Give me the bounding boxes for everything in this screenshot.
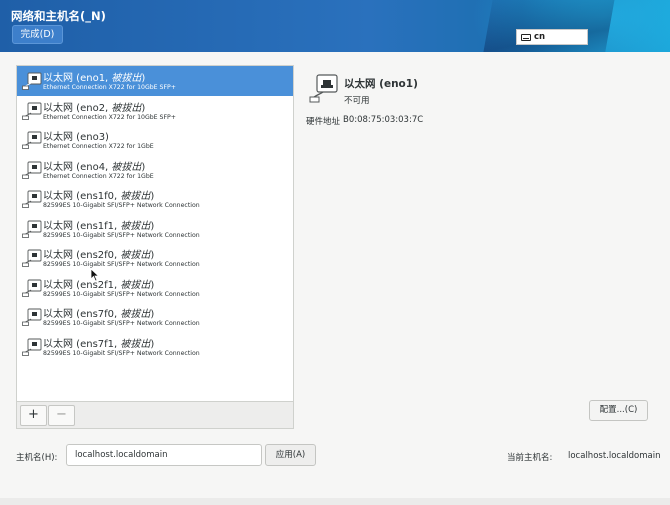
device-list-item[interactable]: 以太网 (ens7f0, 被拔出) 82599ES 10-Gigabit SFI/…	[17, 302, 293, 332]
keyboard-icon	[521, 34, 531, 41]
device-list: 以太网 (eno1, 被拔出) Ethernet Connection X722 …	[16, 65, 294, 402]
device-description: 82599ES 10-Gigabit SFI/SFP+ Network Conn…	[43, 231, 200, 239]
device-name: 以太网 (eno1, 被拔出)	[43, 69, 145, 84]
device-state: 被拔出	[120, 250, 151, 261]
device-state: 被拔出	[120, 279, 151, 291]
device-name: 以太网 (ens7f1, 被拔出)	[43, 335, 154, 350]
device-name-text: 以太网 (eno4,	[43, 161, 112, 173]
device-list-item[interactable]: 以太网 (ens2f0, 被拔出) 82599ES 10-Gigabit SFI/…	[17, 243, 293, 273]
device-name-text: 以太网 (eno2,	[43, 102, 112, 114]
device-name-suffix: )	[150, 191, 155, 202]
configure-button[interactable]: 配置...(C)	[589, 400, 648, 421]
device-list-item[interactable]: 以太网 (ens2f1, 被拔出) 82599ES 10-Gigabit SFI/…	[17, 273, 293, 303]
device-name-text: 以太网 (ens7f0,	[43, 309, 121, 320]
keyboard-layout-indicator[interactable]: cn	[516, 29, 588, 45]
done-button[interactable]: 完成(D)	[12, 25, 63, 44]
network-wired-icon	[22, 308, 42, 326]
device-description: Ethernet Connection X722 for 1GbE	[43, 143, 154, 150]
device-state: 被拔出	[120, 309, 151, 320]
apply-hostname-button[interactable]: 应用(A)	[265, 444, 316, 466]
device-list-item[interactable]: 以太网 (ens1f1, 被拔出) 82599ES 10-Gigabit SFI/…	[17, 214, 293, 244]
device-name-text: 以太网 (ens2f1,	[43, 279, 121, 291]
device-name: 以太网 (ens1f0, 被拔出)	[43, 187, 154, 202]
network-wired-icon	[22, 131, 42, 149]
device-list-item[interactable]: 以太网 (eno4, 被拔出) Ethernet Connection X722 …	[17, 155, 293, 185]
device-name: 以太网 (eno2, 被拔出)	[43, 99, 145, 114]
device-detail-status: 不可用	[344, 96, 370, 106]
device-name-suffix: )	[141, 161, 146, 173]
device-name: 以太网 (ens7f0, 被拔出)	[43, 305, 154, 320]
network-wired-icon	[22, 338, 42, 356]
device-name: 以太网 (eno3)	[43, 128, 109, 143]
device-description: Ethernet Connection X722 for 10GbE SFP+	[43, 84, 176, 91]
device-name-suffix: )	[141, 73, 146, 84]
add-device-button[interactable]: +	[20, 405, 47, 426]
device-list-item[interactable]: 以太网 (eno3) Ethernet Connection X722 for 1…	[17, 125, 293, 155]
device-name-suffix: )	[150, 220, 155, 232]
device-name-suffix: )	[150, 309, 155, 320]
device-name-text: 以太网 (ens1f0,	[43, 191, 121, 202]
device-description: 82599ES 10-Gigabit SFI/SFP+ Network Conn…	[43, 320, 200, 327]
remove-device-button[interactable]: −	[48, 405, 75, 426]
device-name-text: 以太网 (eno1,	[43, 73, 112, 84]
current-hostname-value: localhost.localdomain	[568, 451, 661, 461]
device-description: 82599ES 10-Gigabit SFI/SFP+ Network Conn…	[43, 349, 200, 357]
device-list-item[interactable]: 以太网 (ens1f0, 被拔出) 82599ES 10-Gigabit SFI/…	[17, 184, 293, 214]
device-state: 被拔出	[120, 338, 151, 350]
device-description: Ethernet Connection X722 for 10GbE SFP+	[43, 113, 176, 121]
network-wired-icon	[22, 249, 42, 267]
page-title: 网络和主机名(_N)	[11, 9, 106, 23]
network-wired-icon	[309, 74, 338, 103]
device-list-toolbar: + −	[16, 402, 294, 429]
device-state: 被拔出	[120, 220, 151, 232]
network-wired-icon	[22, 220, 42, 238]
device-detail-name: 以太网 (eno1)	[344, 78, 418, 90]
device-name-text: 以太网 (ens1f1,	[43, 220, 121, 232]
keyboard-layout-label: cn	[534, 32, 546, 42]
device-state: 被拔出	[111, 161, 142, 173]
device-list-item[interactable]: 以太网 (eno1, 被拔出) Ethernet Connection X722 …	[17, 66, 293, 96]
device-name-text: 以太网 (ens2f0,	[43, 250, 121, 261]
network-wired-icon	[22, 72, 42, 90]
network-wired-icon	[22, 161, 42, 179]
hw-address-label: 硬件地址	[306, 117, 341, 127]
device-name-text: 以太网 (eno3)	[43, 132, 109, 143]
device-description: 82599ES 10-Gigabit SFI/SFP+ Network Conn…	[43, 202, 200, 209]
device-name-suffix: )	[150, 338, 155, 350]
device-description: Ethernet Connection X722 for 1GbE	[43, 172, 154, 180]
bottom-edge	[0, 498, 670, 505]
device-description: 82599ES 10-Gigabit SFI/SFP+ Network Conn…	[43, 290, 200, 298]
device-name: 以太网 (ens1f1, 被拔出)	[43, 217, 154, 232]
device-name-suffix: )	[150, 250, 155, 261]
device-name: 以太网 (eno4, 被拔出)	[43, 158, 145, 173]
device-state: 被拔出	[111, 102, 142, 114]
device-name-suffix: )	[141, 102, 146, 114]
hostname-input[interactable]	[66, 444, 262, 466]
hostname-label: 主机名(H):	[16, 453, 58, 463]
header-bar: 网络和主机名(_N) 完成(D) cn	[0, 0, 670, 52]
network-wired-icon	[22, 102, 42, 120]
device-state: 被拔出	[120, 191, 151, 202]
device-state: 被拔出	[111, 73, 142, 84]
current-hostname-label: 当前主机名:	[507, 453, 553, 463]
network-wired-icon	[22, 190, 42, 208]
device-description: 82599ES 10-Gigabit SFI/SFP+ Network Conn…	[43, 261, 200, 268]
device-list-item[interactable]: 以太网 (eno2, 被拔出) Ethernet Connection X722 …	[17, 96, 293, 126]
device-name-suffix: )	[150, 279, 155, 291]
device-name: 以太网 (ens2f0, 被拔出)	[43, 246, 154, 261]
hw-address-value: B0:08:75:03:03:7C	[343, 115, 424, 125]
device-name-text: 以太网 (ens7f1,	[43, 338, 121, 350]
device-list-item[interactable]: 以太网 (ens7f1, 被拔出) 82599ES 10-Gigabit SFI/…	[17, 332, 293, 362]
mouse-pointer-icon	[90, 268, 100, 282]
network-wired-icon	[22, 279, 42, 297]
